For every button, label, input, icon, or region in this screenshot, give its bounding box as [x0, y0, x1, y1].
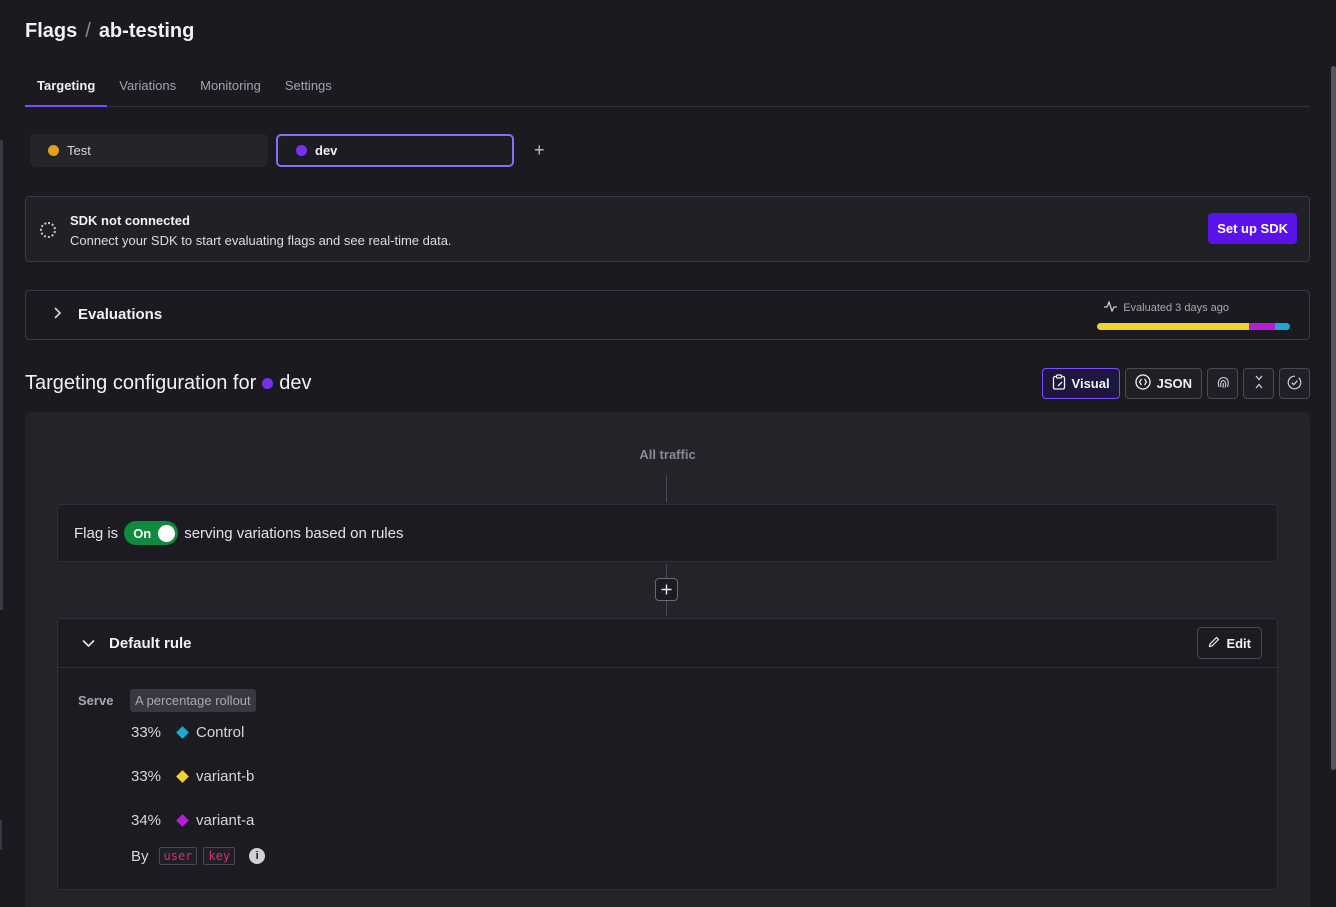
variation-name: variant-a [196, 812, 255, 829]
flag-status-suffix: serving variations based on rules [184, 524, 404, 542]
tab-settings[interactable]: Settings [273, 66, 344, 107]
breadcrumb-separator: / [85, 20, 91, 42]
setup-sdk-button[interactable]: Set up SDK [1208, 213, 1297, 244]
evaluated-status: Evaluated 3 days ago [1104, 300, 1229, 315]
plus-icon [661, 584, 672, 595]
rollout-bucket-by: By user key i [131, 847, 266, 865]
fingerprint-icon [1216, 375, 1230, 392]
environment-tab-dev[interactable]: dev [276, 134, 514, 167]
default-rule-title: Default rule [109, 634, 192, 652]
evaluation-distribution-segment [1274, 323, 1290, 330]
fingerprint-button[interactable] [1207, 368, 1238, 399]
variation-diamond-icon [176, 726, 189, 739]
rollout-variation-row: 34% variant-a [131, 812, 254, 829]
breadcrumb: Flags / ab-testing [25, 20, 194, 43]
variation-diamond-icon [176, 770, 189, 783]
evaluation-distribution-segment [1249, 323, 1275, 330]
serve-type-badge: A percentage rollout [130, 689, 256, 712]
code-braces-icon [1134, 374, 1151, 393]
loading-spinner-icon [40, 222, 56, 238]
clipboard-edit-icon [1052, 374, 1066, 393]
targeting-env-name: dev [279, 372, 312, 394]
flag-tabs: Targeting Variations Monitoring Settings [25, 66, 1310, 107]
visual-view-label: Visual [1071, 376, 1110, 391]
review-changes-button[interactable] [1279, 368, 1310, 399]
sdk-status-banner: SDK not connected Connect your SDK to st… [25, 196, 1310, 262]
edit-label: Edit [1226, 635, 1251, 651]
environment-color-dot [262, 378, 274, 389]
environment-name: Test [67, 143, 91, 158]
variation-diamond-icon [176, 814, 189, 827]
tab-variations[interactable]: Variations [107, 66, 188, 107]
variation-name: Control [196, 724, 245, 741]
targeting-canvas: All traffic Flag is On serving variation… [25, 412, 1310, 907]
context-kind-code: user [158, 847, 198, 865]
flag-on-toggle[interactable]: On [124, 521, 179, 545]
environment-tab-test[interactable]: Test [30, 134, 268, 167]
default-rule-header[interactable]: Default rule [58, 619, 1277, 668]
flag-status-prefix: Flag is [74, 524, 119, 542]
evaluations-section[interactable]: Evaluations Evaluated 3 days ago [25, 290, 1310, 340]
serve-label: Serve [78, 693, 114, 708]
targeting-config-title: Targeting configuration for dev [25, 372, 312, 395]
activity-icon [1104, 300, 1118, 315]
all-traffic-label: All traffic [639, 447, 696, 462]
add-environment-icon[interactable]: + [534, 140, 545, 161]
environment-selector: Test dev + [30, 134, 545, 167]
left-panel-edge-lower [0, 820, 2, 850]
json-view-button[interactable]: JSON [1124, 368, 1202, 399]
tab-monitoring[interactable]: Monitoring [188, 66, 273, 107]
collapse-icon [1253, 375, 1265, 392]
chevron-down-icon[interactable] [82, 635, 95, 652]
collapse-all-button[interactable] [1243, 368, 1274, 399]
default-rule-card: Default rule Edit Serve A percentage rol… [57, 618, 1278, 890]
targeting-toolbar: Visual JSON [1041, 368, 1310, 399]
add-rule-button[interactable] [655, 578, 678, 601]
left-panel-edge [0, 140, 3, 610]
breadcrumb-flags-link[interactable]: Flags [25, 20, 77, 43]
variation-percentage: 33% [131, 724, 162, 741]
variation-percentage: 33% [131, 768, 162, 785]
toggle-label: On [133, 525, 152, 541]
environment-color-dot [48, 145, 59, 156]
attribute-code: key [203, 847, 236, 865]
visual-view-button[interactable]: Visual [1041, 368, 1120, 399]
variation-percentage: 34% [131, 812, 162, 829]
evaluation-distribution-segment [1097, 323, 1250, 330]
info-icon[interactable]: i [249, 848, 266, 864]
chevron-right-icon[interactable] [52, 306, 62, 322]
check-circle-icon [1287, 375, 1302, 393]
flow-connector [666, 475, 667, 502]
edit-rule-button[interactable]: Edit [1197, 627, 1262, 659]
page-title: ab-testing [98, 20, 195, 42]
page-scrollbar[interactable] [1331, 66, 1336, 770]
rollout-variation-row: 33% variant-b [131, 768, 254, 785]
variation-name: variant-b [196, 768, 255, 785]
evaluation-distribution-bar [1097, 323, 1290, 330]
sdk-status-title: SDK not connected [70, 213, 190, 228]
json-view-label: JSON [1156, 376, 1192, 391]
evaluations-label: Evaluations [78, 306, 163, 323]
flag-status-row: Flag is On serving variations based on r… [57, 504, 1278, 562]
environment-color-dot [296, 145, 307, 156]
environment-name: dev [315, 143, 338, 158]
toggle-knob [158, 524, 176, 542]
evaluated-time: Evaluated 3 days ago [1123, 302, 1229, 314]
by-label: By [131, 847, 149, 865]
targeting-title-prefix: Targeting configuration for [25, 372, 257, 394]
sdk-status-message: Connect your SDK to start evaluating fla… [70, 233, 452, 248]
pencil-icon [1208, 636, 1220, 651]
rollout-variation-row: 33% Control [131, 724, 244, 741]
tab-targeting[interactable]: Targeting [25, 66, 108, 107]
